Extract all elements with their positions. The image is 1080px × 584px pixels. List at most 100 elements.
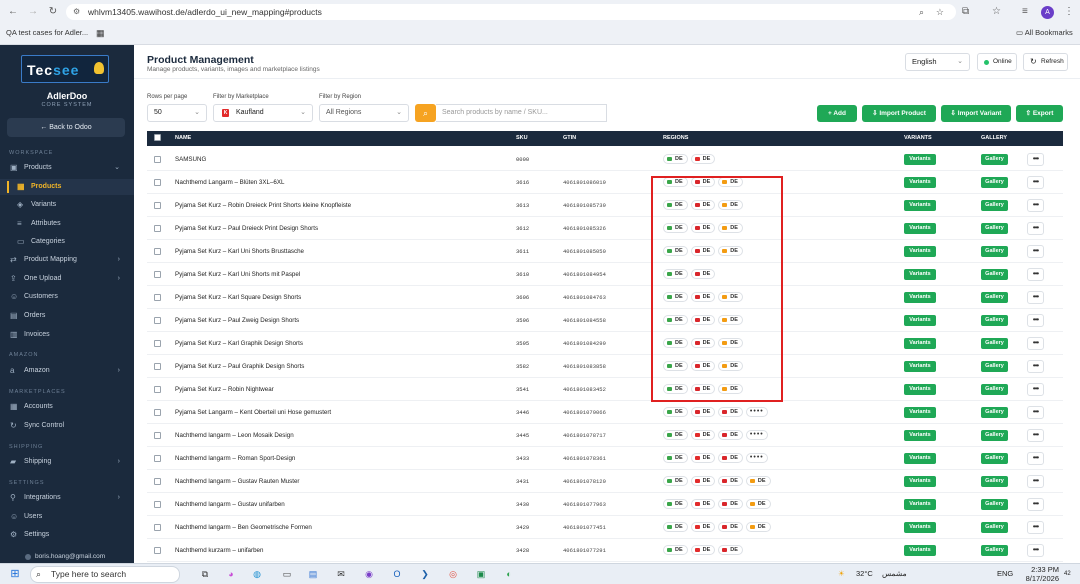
region-badge[interactable]: DE [718,223,743,233]
more-actions-button[interactable]: ••• [1027,222,1044,235]
variants-button[interactable]: Variants [904,269,936,280]
more-actions-button[interactable]: ••• [1027,475,1044,488]
region-badge[interactable]: DE [690,407,716,417]
gallery-button[interactable]: Gallery [981,453,1008,464]
product-name[interactable]: Nachthemd langarm – Roman Sport-Design [175,447,295,470]
gallery-button[interactable]: Gallery [981,200,1008,211]
region-badge[interactable]: DE [718,522,743,532]
variants-button[interactable]: Variants [904,522,936,533]
region-badge[interactable]: DE [690,499,716,509]
app-terminal-icon[interactable]: ▣ [474,567,488,581]
taskbar-search[interactable]: ⌕ Type here to search [30,566,180,583]
region-badge[interactable]: DE [690,292,716,302]
region-badge[interactable]: DE [718,177,743,187]
sidebar-item-variants[interactable]: ◈ Variants [0,197,134,213]
region-badge[interactable]: DE [690,453,716,463]
sidebar-item-customers[interactable]: ☺ Customers [0,289,134,305]
product-name[interactable]: Nachthemd langarm – Ben Geometrische For… [175,516,312,539]
gallery-button[interactable]: Gallery [981,223,1008,234]
product-name[interactable]: Pyjama Set Kurz – Paul Graphik Design Sh… [175,355,304,378]
sidebar-item-invoices[interactable]: ▥ Invoices [0,327,134,343]
region-badge[interactable]: DE [745,499,771,509]
more-regions-badge[interactable]: •••• [745,453,768,463]
region-badge[interactable]: DE [690,522,716,532]
region-badge[interactable]: DE [718,246,743,256]
row-checkbox[interactable] [154,501,161,508]
table-row[interactable]: Pyjama Set Kurz – Paul Graphik Design Sh… [147,355,1063,378]
table-row[interactable]: Pyjama Set Kurz – Karl Graphik Design Sh… [147,332,1063,355]
import-product-button[interactable]: ⇩ Import Product [862,105,936,122]
export-button[interactable]: ⇧ Export [1016,105,1063,122]
region-badge[interactable]: DE [690,384,716,394]
language-select[interactable]: English ⌄ [905,53,970,71]
column-name[interactable]: NAME [175,131,191,146]
table-row[interactable]: Nachthemd langarm – Roman Sport-Design 34… [147,447,1063,470]
sidebar-item-integrations[interactable]: ⚲ Integrations › [0,490,134,506]
region-badge[interactable]: DE [663,545,688,555]
more-actions-button[interactable]: ••• [1027,245,1044,258]
table-row[interactable]: Pyjama Set Kurz – Paul Dreieck Print Des… [147,217,1063,240]
sidebar-item-one-upload[interactable]: ⇪ One Upload › [0,271,134,287]
region-badge[interactable]: DE [718,200,743,210]
more-actions-button[interactable]: ••• [1027,291,1044,304]
gallery-button[interactable]: Gallery [981,154,1008,165]
sidebar-item-orders[interactable]: ▤ Orders [0,308,134,324]
table-row[interactable]: Pyjama Set Langarm – Kent Oberteil uni H… [147,401,1063,424]
region-badge[interactable]: DE [718,407,743,417]
sidebar-item-users[interactable]: ☺ Users [0,509,134,525]
variants-button[interactable]: Variants [904,292,936,303]
menu-icon[interactable]: ⋮ [1064,5,1074,19]
sidebar-user[interactable]: boris.hoang@gmail.com [0,551,134,563]
column-gtin[interactable]: GTIN [563,131,576,146]
variants-button[interactable]: Variants [904,223,936,234]
extensions-icon[interactable]: ⧉ [962,5,969,19]
region-badge[interactable]: DE [663,430,688,440]
region-badge[interactable]: DE [718,545,743,555]
region-badge[interactable]: DE [663,246,688,256]
row-checkbox[interactable] [154,478,161,485]
table-row[interactable]: Pyjama Set Kurz – Robin Dreieck Print Sh… [147,194,1063,217]
import-variant-button[interactable]: ⇩ Import Variant [941,105,1011,122]
region-badge[interactable]: DE [663,522,688,532]
marketplace-filter-select[interactable]: K Kaufland ⌄ [213,104,313,122]
row-checkbox[interactable] [154,340,161,347]
region-badge[interactable]: DE [690,154,716,164]
row-checkbox[interactable] [154,363,161,370]
more-actions-button[interactable]: ••• [1027,268,1044,281]
product-name[interactable]: Nachthemd langarm – Gustav Rauten Muster [175,470,300,493]
media-icon[interactable]: ≡ [1022,5,1028,19]
product-name[interactable]: Nachthemd langarm – Leon Mosaik Design [175,424,294,447]
region-badge[interactable]: DE [690,177,716,187]
region-badge[interactable]: DE [690,315,716,325]
more-actions-button[interactable]: ••• [1027,429,1044,442]
region-badge[interactable]: DE [690,223,716,233]
variants-button[interactable]: Variants [904,545,936,556]
variants-button[interactable]: Variants [904,407,936,418]
product-name[interactable]: Nachthemd langarm – Gustav unifarben [175,493,285,516]
product-name[interactable]: Nachthemd kurzarm – unifarben [175,539,263,562]
gallery-button[interactable]: Gallery [981,499,1008,510]
table-row[interactable]: Pyjama Set Kurz – Paul Zweig Design Shor… [147,309,1063,332]
product-name[interactable]: Pyjama Set Kurz – Robin Nightwear [175,378,274,401]
row-checkbox[interactable] [154,294,161,301]
table-row[interactable]: Nachthemd Langarm – Blüten 3XL–6XL 3616 40… [147,171,1063,194]
variants-button[interactable]: Variants [904,453,936,464]
table-row[interactable]: SAMSUNG 0000 DE DE Variants Gallery ••• [147,148,1063,171]
gallery-button[interactable]: Gallery [981,292,1008,303]
sidebar-item-sync-control[interactable]: ↻ Sync Control [0,418,134,434]
rows-per-page-select[interactable]: 50 ⌄ [147,104,207,122]
sidebar-item-settings[interactable]: ⚙ Settings [0,527,134,543]
more-actions-button[interactable]: ••• [1027,176,1044,189]
task-view-icon[interactable]: ⧉ [198,567,212,581]
region-badge[interactable]: DE [663,338,688,348]
store-icon[interactable]: ▤ [306,567,320,581]
region-badge[interactable]: DE [745,476,771,486]
refresh-button[interactable]: ↻ Refresh [1023,53,1068,71]
more-actions-button[interactable]: ••• [1027,521,1044,534]
region-badge[interactable]: DE [690,430,716,440]
row-checkbox[interactable] [154,386,161,393]
sidebar-item-product-mapping[interactable]: ⇄ Product Mapping › [0,252,134,268]
region-badge[interactable]: DE [663,499,688,509]
row-checkbox[interactable] [154,156,161,163]
add-button[interactable]: + Add [817,105,857,122]
